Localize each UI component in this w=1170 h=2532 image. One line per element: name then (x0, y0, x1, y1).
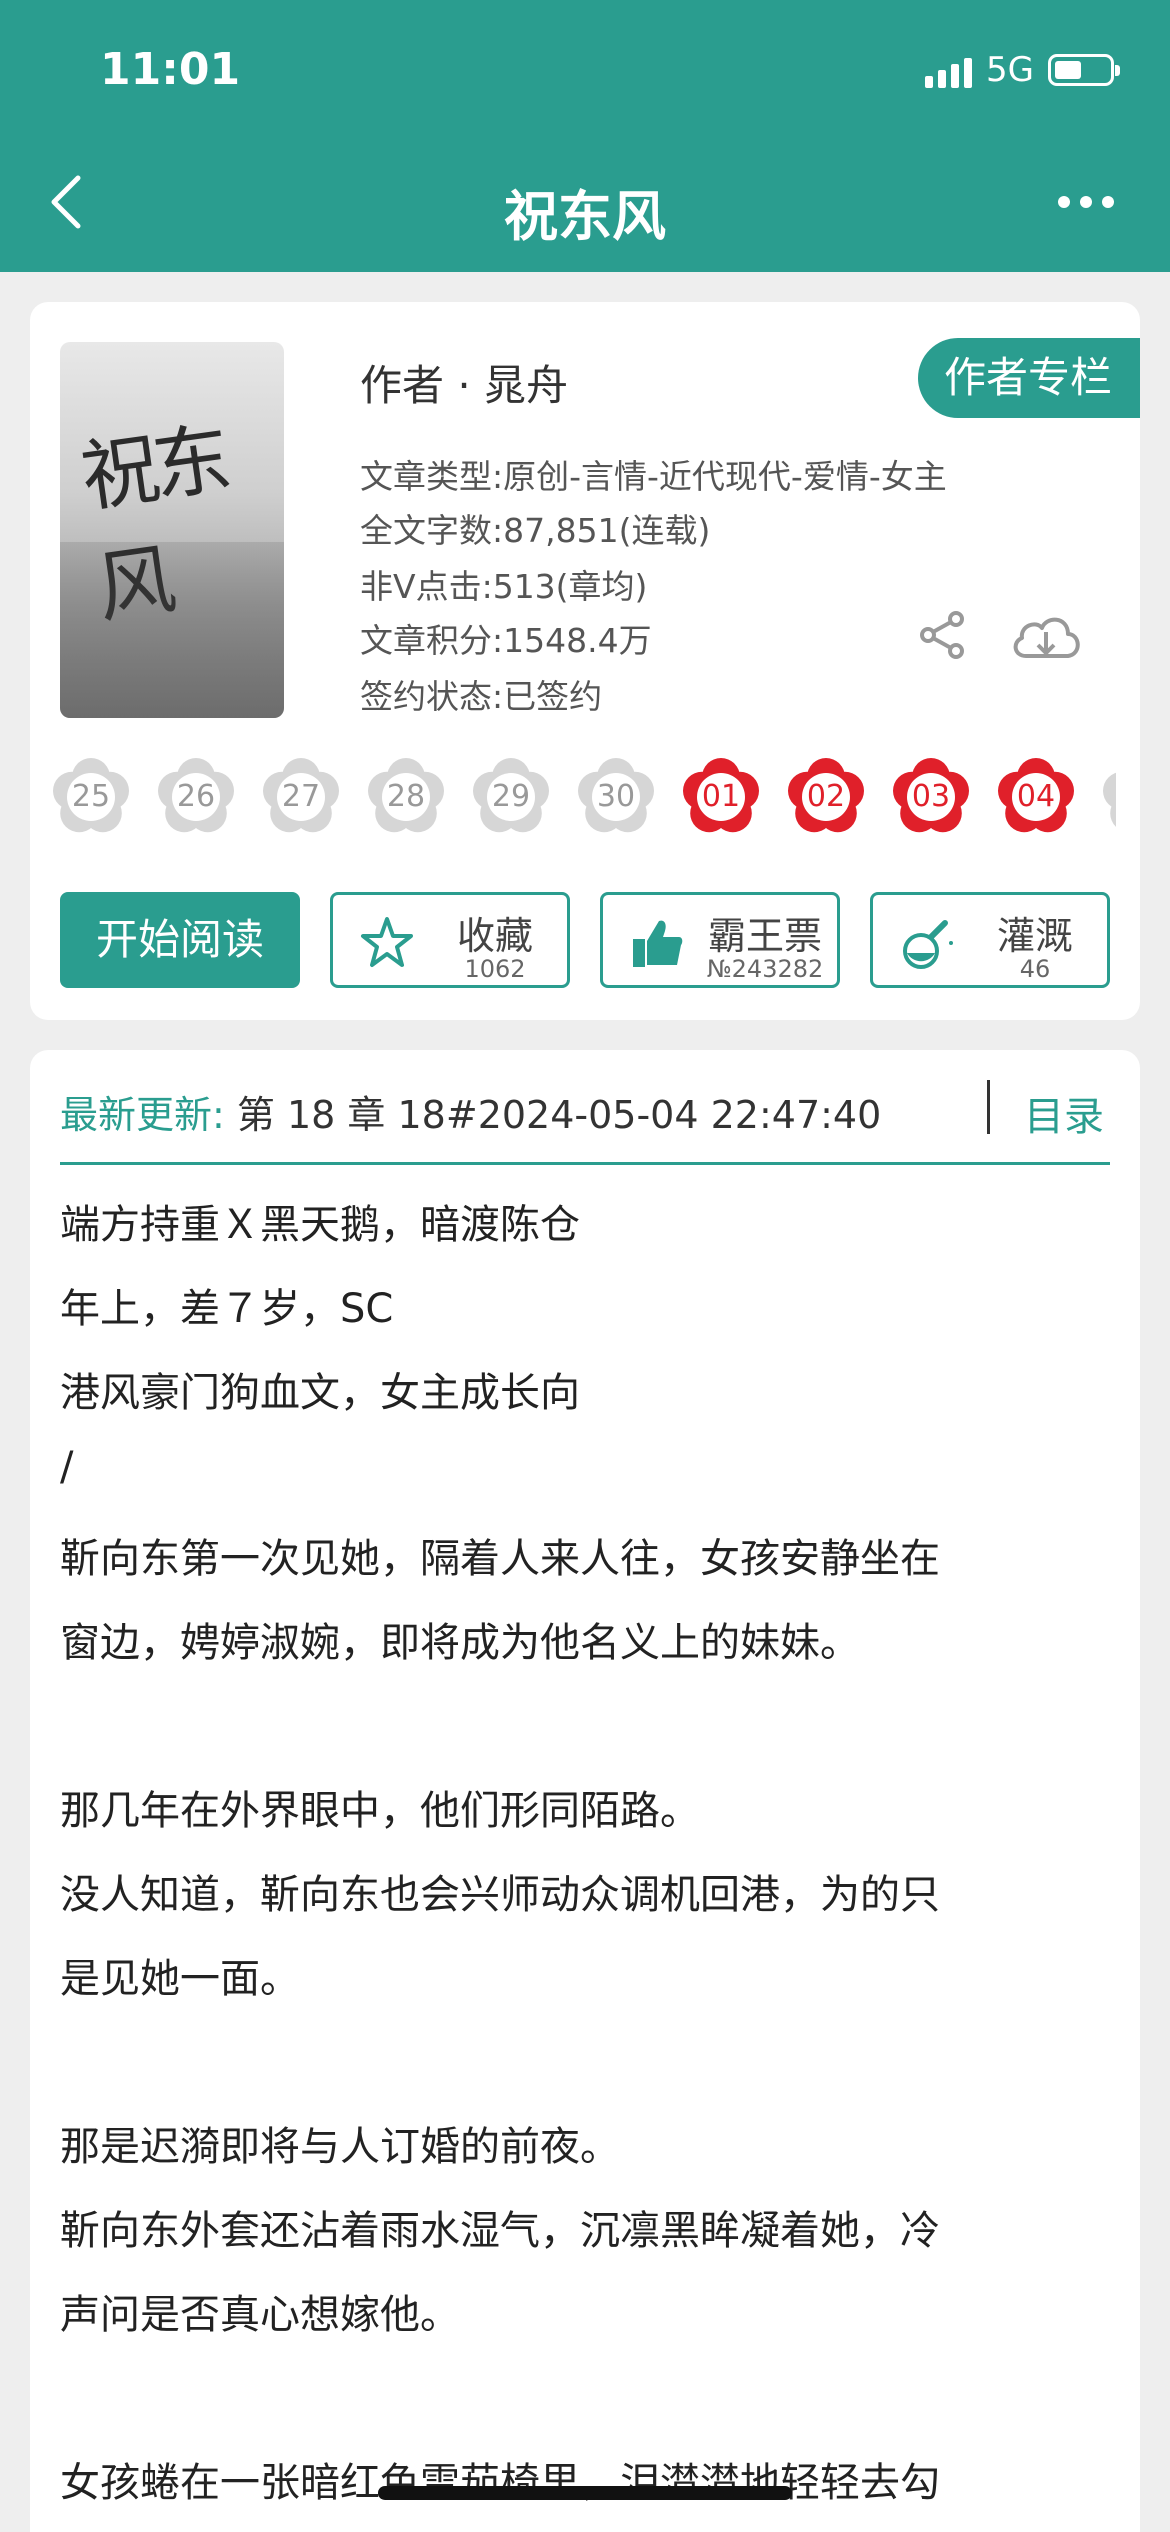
chapter-flower[interactable]: 25 (46, 752, 136, 842)
intro-line: 那是迟漪即将与人订婚的前夜。 (60, 2124, 620, 2170)
signal-icon (925, 52, 973, 88)
favorite-button[interactable]: 收藏 1062 (330, 892, 570, 988)
favorite-count: 1062 (464, 955, 526, 983)
status-time: 11:01 (100, 44, 241, 95)
book-info-card: 祝东风 作者 · 晁舟 作者专栏 文章类型:原创-言情-近代现代-爱情-女主 全… (30, 302, 1140, 1020)
intro-line: 靳向东第一次见她，隔着人来人往，女孩安静坐在 (60, 1536, 940, 1582)
water-button[interactable]: 灌溉 46 (870, 892, 1110, 988)
clicks-info: 非Ⅴ点击:513(章均) (360, 567, 648, 606)
chapter-flower[interactable]: 04 (991, 752, 1081, 842)
home-indicator (378, 2486, 792, 2500)
word-count-info: 全文字数:87,851(连载) (360, 511, 711, 550)
chapter-flower-list: 25 26 27 28 29 30 01 02 03 04 (30, 752, 1140, 852)
page-title: 祝东风 (504, 185, 666, 248)
potion-flask-icon (903, 920, 953, 969)
summary-card: 最新更新: 第 18 章 18#2024-05-04 22:47:40 目录 端… (30, 1050, 1140, 2532)
share-icon[interactable] (918, 610, 968, 660)
chapter-flower[interactable]: 03 (886, 752, 976, 842)
chapter-flower[interactable]: 27 (256, 752, 346, 842)
chapter-flower[interactable]: 01 (676, 752, 766, 842)
ticket-button[interactable]: 霸王票 №243282 (600, 892, 840, 988)
chapter-number: 28 (386, 779, 426, 814)
battery-icon (1048, 54, 1120, 86)
intro-line: 没人知道，靳向东也会兴师动众调机回港，为的只 (60, 1872, 940, 1918)
app-header: 11:01 5G 祝东风 (0, 0, 1170, 272)
book-cover[interactable]: 祝东风 (60, 342, 284, 718)
author-column-button[interactable]: 作者专栏 (917, 338, 1140, 418)
intro-line: 端方持重Ｘ黑天鹅，暗渡陈仓 (60, 1202, 580, 1248)
chapter-number: 30 (596, 779, 636, 814)
favorite-label: 收藏 (456, 914, 533, 958)
chapter-number: 26 (176, 779, 216, 814)
status-indicators: 5G (925, 50, 1120, 90)
chapter-flower[interactable]: 26 (151, 752, 241, 842)
chapter-number: 02 (806, 779, 846, 814)
intro-line: / (60, 1444, 74, 1490)
intro-line: 声问是否真心想嫁他。 (60, 2292, 460, 2338)
chapter-number: 03 (911, 779, 951, 814)
ticket-count: №243282 (706, 955, 824, 983)
intro-line: 是见她一面。 (60, 1956, 300, 2002)
intro-line: 那几年在外界眼中，他们形同陌路。 (60, 1788, 700, 1834)
latest-update-chapter: 第 18 章 18#2024-05-04 22:47:40 (236, 1093, 882, 1137)
genre-info: 文章类型:原创-言情-近代现代-爱情-女主 (360, 457, 947, 496)
intro-line: 靳向东外套还沾着雨水湿气，沉凛黑眸凝着她，冷 (60, 2208, 940, 2254)
latest-update[interactable]: 最新更新: 第 18 章 18#2024-05-04 22:47:40 (60, 1084, 881, 1139)
chapter-flower[interactable]: 28 (361, 752, 451, 842)
thumbs-up-icon (633, 920, 683, 967)
water-count: 46 (1019, 955, 1051, 983)
chapter-flower[interactable]: 02 (781, 752, 871, 842)
latest-update-label: 最新更新: (60, 1093, 225, 1137)
intro-line: 年上，差７岁，SC (60, 1286, 394, 1332)
star-icon (361, 917, 413, 967)
chapter-number: 27 (281, 779, 321, 814)
water-label: 灌溉 (996, 914, 1073, 958)
author-name[interactable]: 作者 · 晁舟 (360, 352, 568, 413)
toc-link[interactable]: 目录 (1024, 1084, 1104, 1142)
chapter-number: 29 (491, 779, 531, 814)
download-icon[interactable] (1008, 608, 1084, 666)
divider (60, 1162, 1110, 1165)
start-reading-button[interactable]: 开始阅读 (60, 892, 300, 988)
chapter-number: 25 (71, 779, 111, 814)
intro-line: 窗边，娉婷淑婉，即将成为他名义上的妹妹。 (60, 1620, 860, 1666)
network-label: 5G (986, 50, 1034, 90)
ticket-label: 霸王票 (707, 914, 822, 958)
divider (987, 1080, 990, 1134)
chapter-flower[interactable]: 29 (466, 752, 556, 842)
chapter-flower[interactable]: 30 (571, 752, 661, 842)
score-info: 文章积分:1548.4万 (360, 621, 652, 660)
chapter-flower (1096, 752, 1116, 842)
more-icon[interactable] (1058, 196, 1114, 208)
chapter-number: 01 (701, 779, 741, 814)
intro-line: 港风豪门狗血文，女主成长向 (60, 1370, 580, 1416)
contract-info: 签约状态:已签约 (360, 677, 603, 716)
chapter-number: 04 (1016, 779, 1056, 814)
